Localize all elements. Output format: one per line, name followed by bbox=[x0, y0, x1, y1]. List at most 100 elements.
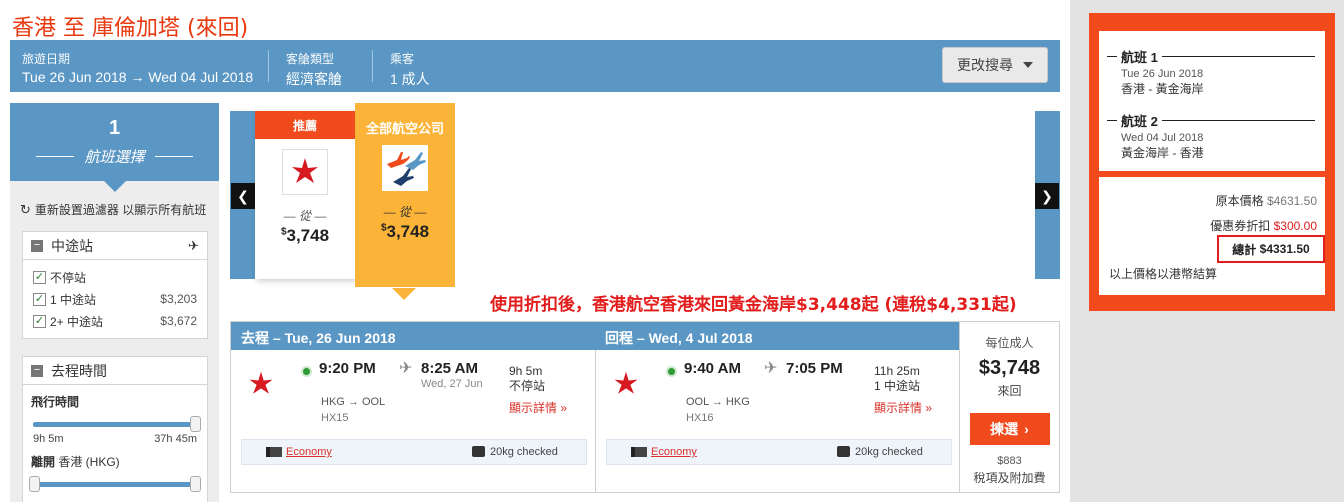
flight-number: HX15 bbox=[321, 412, 349, 424]
carousel-next-button[interactable]: ❯ bbox=[1035, 183, 1059, 209]
stops-option-two-plus[interactable]: ✓ 2+ 中途站 $3,672 bbox=[23, 310, 207, 332]
reset-filters-label: 重新設置過濾器 以顯示所有航班 bbox=[34, 203, 207, 217]
fare-price: $3,748 bbox=[978, 357, 1041, 379]
cabin-class-label: 客艙類型 bbox=[286, 52, 335, 66]
baggage-icon bbox=[837, 446, 850, 457]
inbound-leg: 9:40 AM ✈ 7:05 PM OOL → HKG HX16 11h 25m… bbox=[595, 350, 959, 492]
airplane-icon: ✈ bbox=[764, 360, 778, 377]
airplane-icon: ✈ bbox=[188, 238, 199, 253]
flight-result-card: 去程 – Tue, 26 Jun 2018 回程 – Wed, 4 Jul 20… bbox=[230, 321, 1060, 493]
stops-option-label: 1 中途站 bbox=[50, 292, 97, 307]
depart-hkg-label: 離開 香港 (HKG) bbox=[31, 455, 120, 469]
collapse-icon[interactable]: − bbox=[31, 239, 43, 252]
per-adult-label: 每位成人 bbox=[985, 336, 1034, 350]
modify-search-label: 更改搜尋 bbox=[957, 57, 1013, 73]
booking-summary: 航班 1 Tue 26 Jun 2018 香港 - 黃金海岸 航班 2 Wed … bbox=[1089, 13, 1335, 311]
total-value: $4331.50 bbox=[1259, 242, 1310, 256]
passengers-value: 1 成人 bbox=[390, 71, 430, 87]
flight-2-title: 航班 2 bbox=[1121, 114, 1158, 129]
select-flight-button[interactable]: 揀選 › bbox=[969, 413, 1050, 445]
flight-time-min: 9h 5m bbox=[33, 433, 64, 445]
slider-handle[interactable] bbox=[190, 416, 201, 432]
step-header: 1 航班選擇 bbox=[10, 103, 219, 181]
airline-price: $3,748 bbox=[380, 222, 430, 241]
arrival-date: Wed, 27 Jun bbox=[421, 378, 483, 390]
from-label: — 從 — bbox=[283, 209, 327, 223]
passengers: 乘客 1 成人 bbox=[390, 50, 430, 89]
flight-time-slider[interactable] bbox=[33, 416, 201, 432]
stops-option-nonstop[interactable]: ✓ 不停站 bbox=[23, 266, 207, 288]
checkbox-checked-icon[interactable]: ✓ bbox=[33, 292, 46, 306]
carousel-prev-button[interactable]: ❮ bbox=[231, 183, 255, 209]
flight-time-label: 飛行時間 bbox=[31, 395, 80, 409]
stops-option-price: $3,672 bbox=[160, 314, 197, 328]
hong-kong-airlines-logo bbox=[606, 364, 646, 404]
show-details-link[interactable]: 顯示詳情 » bbox=[874, 399, 932, 416]
slider-handle[interactable] bbox=[29, 476, 40, 492]
depart-time-filter: − 去程時間 飛行時間 9h 5m 37h 45m 離開 香港 (HKG) bbox=[22, 356, 208, 502]
total-label: 總計 bbox=[1232, 242, 1257, 257]
cabin-class-value: 經濟客艙 bbox=[286, 71, 342, 87]
reset-filters-link[interactable]: ↻ 重新設置過濾器 以顯示所有航班 bbox=[20, 201, 206, 218]
flight-2-route: 黃金海岸 - 香港 bbox=[1121, 146, 1204, 160]
cabin-class-link[interactable]: Economy bbox=[286, 446, 332, 458]
baggage-allowance: 20kg checked bbox=[490, 446, 558, 458]
step-number: 1 bbox=[108, 117, 121, 139]
currency-note: 以上價格以港幣結算 bbox=[1109, 267, 1218, 281]
stops-option-label: 2+ 中途站 bbox=[50, 314, 104, 329]
passengers-label: 乘客 bbox=[390, 52, 415, 66]
summary-flight-2: 航班 2 bbox=[1099, 111, 1325, 130]
stops: 1 中途站 bbox=[874, 379, 921, 393]
stops-filter-title: 中途站 bbox=[51, 237, 93, 254]
outbound-header: 去程 – Tue, 26 Jun 2018 bbox=[231, 322, 595, 350]
filter-panel: 1 航班選擇 ↻ 重新設置過濾器 以顯示所有航班 − 中途站 ✈ ✓ 不停站 ✓… bbox=[10, 103, 219, 502]
airline-card-recommended[interactable]: 推薦 — 從 — $3,748 bbox=[255, 111, 355, 279]
stops-option-price: $3,203 bbox=[160, 292, 197, 306]
show-details-link[interactable]: 顯示詳情 » bbox=[509, 399, 567, 416]
airline-card-all[interactable]: 全部航空公司 — 從 — $3,748 bbox=[355, 103, 455, 287]
stops-option-label: 不停站 bbox=[50, 270, 87, 285]
promo-text: 使用折扣後，香港航空香港來回黃金海岸$3,448起 (連稅$4,331起) bbox=[490, 295, 1017, 315]
stops-filter: − 中途站 ✈ ✓ 不停站 ✓ 1 中途站 $3,203 ✓ 2+ 中途站 $3… bbox=[22, 231, 208, 339]
baggage-icon bbox=[472, 446, 485, 457]
inbound-header: 回程 – Wed, 4 Jul 2018 bbox=[595, 322, 959, 350]
price-column: 每位成人 $3,748 來回 揀選 › $883 稅項及附加費 bbox=[959, 322, 1059, 492]
outbound-fare-info: Economy 20kg checked bbox=[241, 439, 587, 465]
tax-label: 稅項及附加費 bbox=[973, 471, 1046, 485]
flight-time-max: 37h 45m bbox=[154, 433, 197, 445]
depart-time-title: 去程時間 bbox=[51, 362, 107, 379]
route: HKG → OOL bbox=[321, 396, 386, 408]
caret-down-icon bbox=[1023, 62, 1033, 68]
discount-value: $300.00 bbox=[1273, 219, 1317, 233]
chevron-right-icon: › bbox=[1024, 421, 1029, 437]
original-price-value: $4631.50 bbox=[1266, 194, 1317, 208]
flight-1-date: Tue 26 Jun 2018 bbox=[1121, 68, 1204, 80]
depart-time-slider[interactable] bbox=[29, 476, 201, 492]
trip-type: 來回 bbox=[997, 384, 1022, 398]
step-arrow-icon bbox=[104, 181, 126, 192]
departure-dot-icon bbox=[666, 366, 677, 377]
checkbox-checked-icon[interactable]: ✓ bbox=[33, 270, 46, 284]
all-airlines-tag: 全部航空公司 bbox=[365, 120, 444, 136]
arrival-time: 7:05 PM bbox=[786, 360, 843, 377]
route: OOL → HKG bbox=[686, 396, 750, 408]
stops-filter-header[interactable]: − 中途站 ✈ bbox=[23, 232, 207, 260]
airline-carousel: ❮ ❯ 推薦 — 從 — $3,748 全部航空公司 — 從 — $3,748 bbox=[230, 103, 1060, 287]
cabin-class-link[interactable]: Economy bbox=[651, 446, 697, 458]
flight-2-date: Wed 04 Jul 2018 bbox=[1121, 132, 1204, 144]
collapse-icon[interactable]: − bbox=[31, 364, 43, 377]
tax-amount: $883 bbox=[997, 455, 1022, 467]
depart-time-header[interactable]: − 去程時間 bbox=[23, 357, 207, 385]
checkbox-checked-icon[interactable]: ✓ bbox=[33, 314, 46, 328]
inbound-fare-info: Economy 20kg checked bbox=[606, 439, 952, 465]
modify-search-button[interactable]: 更改搜尋 bbox=[942, 47, 1048, 83]
stops: 不停站 bbox=[509, 379, 546, 393]
cabin-class: 客艙類型 經濟客艙 bbox=[286, 50, 342, 89]
stops-option-one-stop[interactable]: ✓ 1 中途站 $3,203 bbox=[23, 288, 207, 310]
slider-handle[interactable] bbox=[190, 476, 201, 492]
airline-price: $3,748 bbox=[280, 226, 330, 245]
flight-number: HX16 bbox=[686, 412, 714, 424]
total-price-box: 總計 $4331.50 bbox=[1217, 235, 1325, 263]
hong-kong-airlines-logo bbox=[282, 149, 328, 195]
discount-label: 優惠券折扣 bbox=[1210, 219, 1271, 233]
